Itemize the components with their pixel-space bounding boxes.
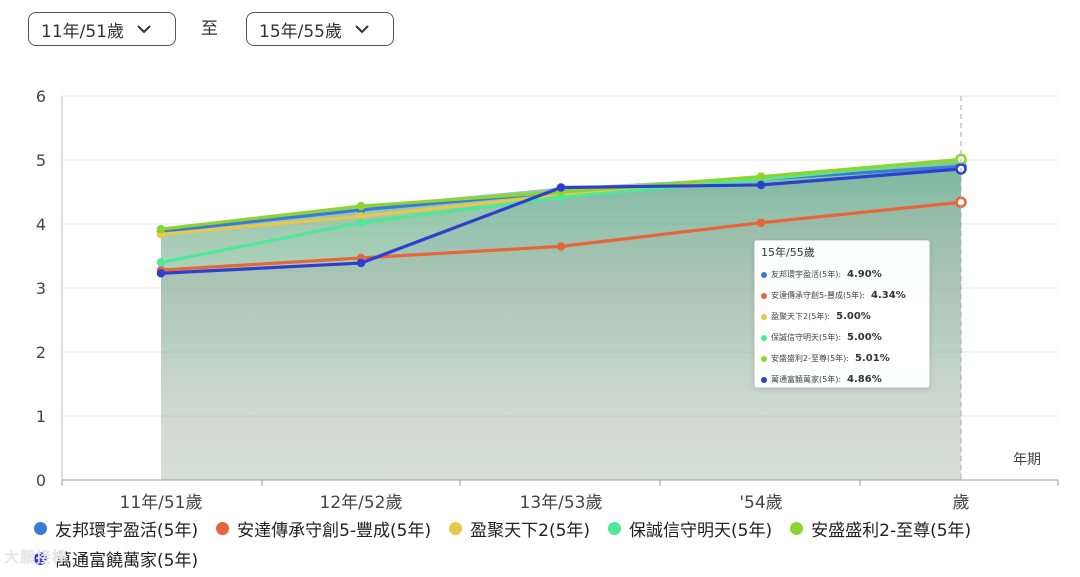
y-tick-label: 5 (36, 151, 46, 170)
tooltip-dot-icon (761, 313, 767, 320)
legend-label: 友邦環宇盈活(5年) (55, 520, 199, 541)
tooltip-series-name: 萬通富饒萬家(5年): (771, 375, 842, 384)
tooltip-series-value: 5.01% (855, 353, 890, 364)
watermark-logo: 大鵬接棒 (4, 548, 69, 566)
y-tick-label: 0 (36, 471, 46, 490)
tooltip-series-value: 4.34% (871, 290, 906, 301)
tooltip-series-name: 友邦環宇盈活(5年): (771, 270, 842, 279)
tooltip-series-name: 盈聚天下2(5年): (771, 312, 831, 321)
tooltip-dot-icon (761, 334, 767, 341)
tooltip-series-name: 保誠信守明天(5年): (771, 333, 842, 342)
data-point (756, 172, 766, 181)
tooltip-series-value: 5.00% (847, 332, 882, 343)
tooltip-row: 保誠信守明天(5年): 5.00% (761, 327, 923, 348)
legend-label: 安盛盛利2-至尊(5年) (811, 520, 972, 541)
tooltip-row: 安達傳承守創5-豐成(5年): 4.34% (761, 285, 923, 306)
data-point (556, 242, 566, 251)
y-tick-label: 4 (36, 215, 46, 234)
y-tick-label: 6 (36, 87, 46, 106)
legend-label: 盈聚天下2(5年) (470, 520, 591, 541)
y-tick-label: 2 (36, 343, 46, 362)
tooltip-row: 萬通富饒萬家(5年): 4.86% (761, 369, 923, 390)
legend-dot-icon (608, 521, 622, 535)
x-tick-label: '54歲 (739, 493, 782, 513)
tooltip-dot-icon (761, 271, 767, 278)
tooltip-row: 安盛盛利2-至尊(5年): 5.01% (761, 348, 923, 369)
chart-tooltip: 15年/55歲 友邦環宇盈活(5年): 4.90% 安達傳承守創5-豐成(5年): 4… (754, 240, 930, 388)
x-tick-label: 12年/52歲 (320, 493, 403, 513)
tooltip-row: 友邦環宇盈活(5年): 4.90% (761, 264, 923, 285)
tooltip-dot-icon (761, 292, 767, 299)
y-tick-label: 1 (36, 407, 46, 426)
tooltip-series-value: 4.86% (847, 374, 882, 385)
tooltip-dot-icon (761, 355, 767, 362)
data-point (556, 183, 566, 192)
data-point (356, 201, 366, 211)
legend-label: 安達傳承守創5-豐成(5年) (237, 520, 432, 541)
x-axis-label: 年期 (1013, 452, 1041, 468)
tooltip-series-name: 安盛盛利2-至尊(5年): (771, 354, 850, 363)
data-point (756, 218, 766, 227)
legend-item[interactable]: 安盛盛利2-至尊(5年) (790, 516, 972, 541)
legend-item[interactable]: 友邦環宇盈活(5年) (34, 516, 199, 541)
legend-dot-icon (34, 521, 47, 535)
tooltip-title: 15年/55歲 (761, 246, 815, 259)
tooltip-series-value: 4.90% (847, 269, 882, 280)
legend-dot-icon (216, 521, 230, 535)
tooltip-series-value: 5.00% (836, 311, 871, 322)
data-point (156, 224, 166, 234)
data-point (156, 269, 166, 278)
data-point (156, 258, 166, 267)
tooltip-series-name: 安達傳承守創5-豐成(5年): (771, 291, 866, 300)
data-point (356, 258, 366, 268)
x-tick-label: 歲 (953, 493, 970, 513)
y-tick-label: 3 (36, 279, 46, 298)
legend-dot-icon (449, 521, 463, 535)
legend-label: 萬通富饒萬家(5年) (55, 550, 199, 571)
tooltip-row: 盈聚天下2(5年): 5.00% (761, 306, 923, 327)
legend-item[interactable]: 保誠信守明天(5年) (608, 516, 773, 541)
legend-item[interactable]: 安達傳承守創5-豐成(5年) (216, 516, 432, 541)
tooltip-dot-icon (761, 376, 767, 383)
legend-item[interactable]: 盈聚天下2(5年) (449, 516, 591, 541)
legend-dot-icon (790, 521, 804, 535)
x-tick-label: 11年/51歲 (120, 493, 203, 513)
chart-legend: 友邦環宇盈活(5年) 安達傳承守創5-豐成(5年) 盈聚天下2(5年) 保誠信守明天(… (34, 516, 1074, 571)
data-point (356, 218, 366, 227)
legend-label: 保誠信守明天(5年) (629, 520, 773, 541)
x-tick-label: 13年/53歲 (520, 493, 603, 513)
data-point (756, 180, 766, 190)
